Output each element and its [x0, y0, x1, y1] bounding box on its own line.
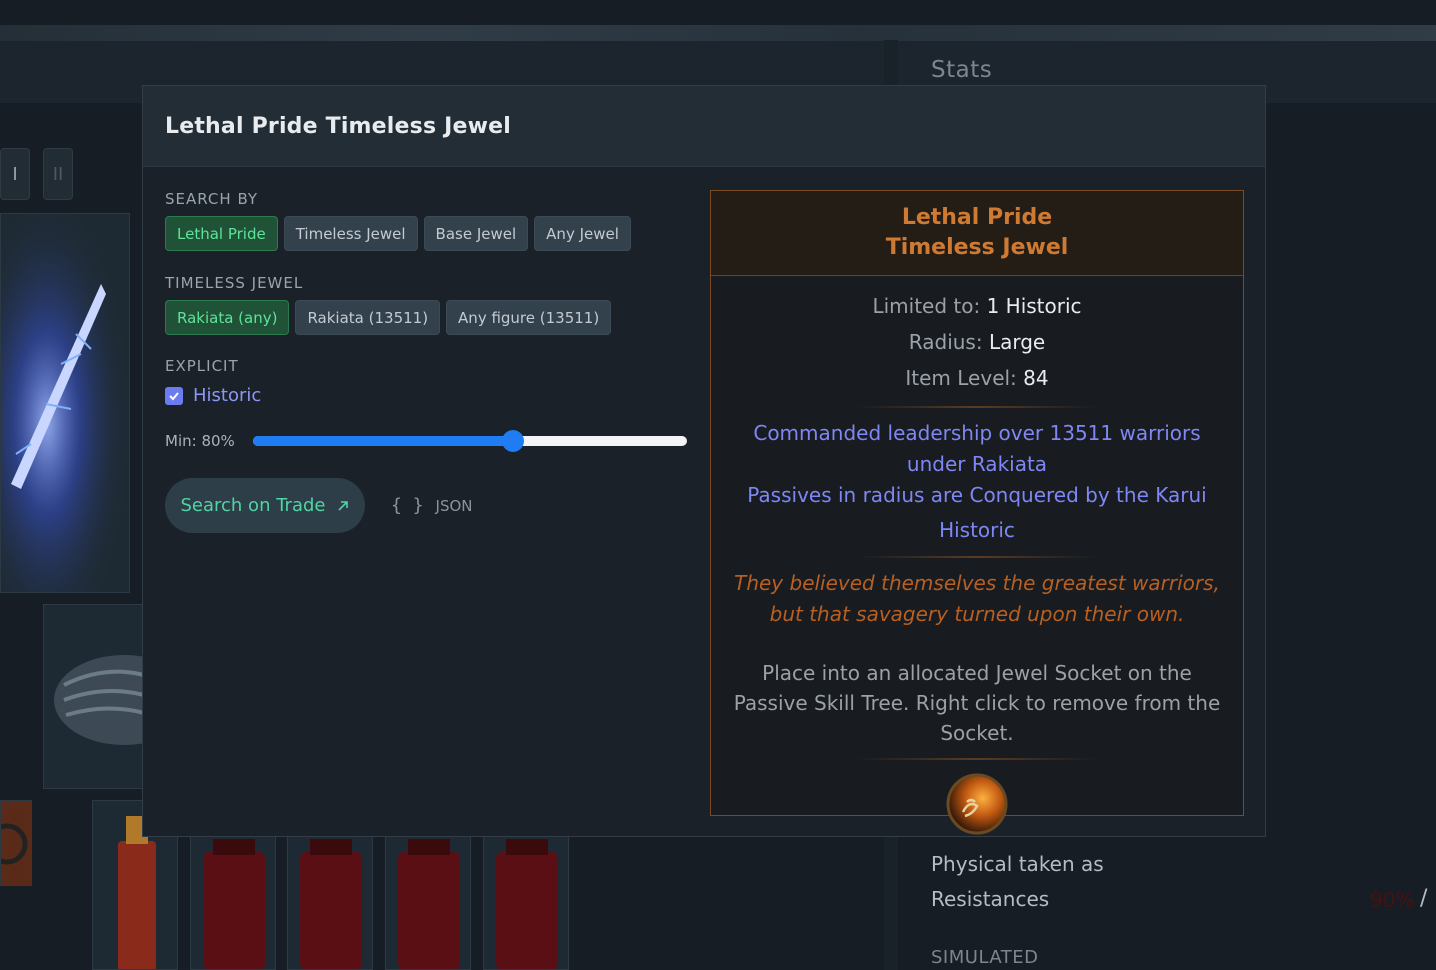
property-value: 84 — [1023, 366, 1049, 390]
separator — [857, 406, 1097, 408]
historic-filter[interactable]: Historic — [165, 385, 261, 406]
flavour-text: They believed themselves the greatest wa… — [734, 571, 1220, 626]
item-mod: Historic — [939, 518, 1015, 542]
weapon-slot[interactable] — [0, 213, 130, 593]
stats-title: Stats — [931, 57, 993, 83]
property-label: Radius: — [908, 330, 989, 354]
json-braces-icon: { } — [391, 495, 424, 516]
item-body: Limited to: 1 Historic Radius: Large Ite… — [711, 276, 1243, 836]
item-mods: Commanded leadership over 13511 warriors… — [711, 418, 1243, 546]
dialog-title: Lethal Pride Timeless Jewel — [165, 113, 512, 139]
option-base-jewel[interactable]: Base Jewel — [423, 216, 529, 251]
explicit-section: EXPLICIT Historic — [165, 357, 261, 406]
min-roll-label: Min: 80% — [165, 432, 235, 450]
ring-slot[interactable] — [0, 800, 32, 886]
search-by-options: Lethal Pride Timeless Jewel Base Jewel A… — [165, 216, 631, 251]
timeless-jewel-label: TIMELESS JEWEL — [165, 274, 304, 292]
stat-line: Physical taken as — [931, 852, 1104, 876]
property-value: Large — [988, 330, 1046, 354]
item-name: Lethal Pride — [901, 205, 1053, 230]
item-property: Radius: Large — [711, 324, 1243, 360]
option-any-figure[interactable]: Any figure (13511) — [446, 300, 612, 335]
gloves-icon — [54, 655, 142, 745]
item-tooltip-card: Lethal Pride Timeless Jewel Limited to: … — [710, 190, 1244, 835]
background-top-strip — [0, 25, 1436, 41]
dialog-actions: Search on Trade { } JSON — [165, 478, 473, 533]
tab-button-2[interactable]: II — [43, 148, 73, 200]
ring-icon — [1, 823, 28, 865]
stat-value: 90% — [1370, 888, 1415, 912]
stat-separator: / — [1420, 886, 1428, 911]
item-search-dialog: Lethal Pride Timeless Jewel SEARCH BY Le… — [142, 85, 1266, 837]
sword-icon — [1, 214, 129, 592]
tab-button-1[interactable]: I — [0, 148, 30, 200]
search-on-trade-button[interactable]: Search on Trade — [165, 478, 365, 533]
json-label: JSON — [435, 496, 473, 515]
item-property: Limited to: 1 Historic — [711, 288, 1243, 324]
item-name-header: Lethal Pride Timeless Jewel — [711, 191, 1243, 276]
dialog-header: Lethal Pride Timeless Jewel — [143, 86, 1265, 167]
min-roll-slider[interactable] — [253, 430, 687, 452]
option-lethal-pride[interactable]: Lethal Pride — [165, 216, 278, 251]
separator — [857, 556, 1097, 558]
search-on-trade-label: Search on Trade — [180, 495, 326, 516]
slider-fill — [253, 436, 514, 446]
separator — [857, 640, 1097, 648]
item-properties: Limited to: 1 Historic Radius: Large Ite… — [711, 276, 1243, 396]
property-label: Item Level: — [905, 366, 1024, 390]
option-timeless-jewel[interactable]: Timeless Jewel — [283, 216, 418, 251]
option-any-jewel[interactable]: Any Jewel — [534, 216, 631, 251]
item-description: Place into an allocated Jewel Socket on … — [733, 661, 1221, 745]
explicit-label: EXPLICIT — [165, 357, 239, 375]
historic-checkbox[interactable] — [165, 386, 183, 405]
simulated-label: SIMULATED — [931, 947, 1039, 968]
item-mod: Commanded leadership over 13511 warriors… — [753, 421, 1201, 476]
timeless-jewel-section: TIMELESS JEWEL Rakiata (any) Rakiata (13… — [165, 274, 612, 335]
item-mod: Passives in radius are Conquered by the … — [747, 483, 1207, 507]
min-roll-row: Min: 80% — [165, 430, 695, 452]
timeless-jewel-options: Rakiata (any) Rakiata (13511) Any figure… — [165, 300, 612, 335]
gloves-slot[interactable] — [43, 604, 143, 789]
slider-thumb[interactable] — [502, 430, 525, 452]
option-rakiata-any[interactable]: Rakiata (any) — [165, 300, 290, 335]
historic-checkbox-label: Historic — [193, 385, 262, 406]
option-rakiata-seed[interactable]: Rakiata (13511) — [295, 300, 441, 335]
stat-line: Resistances — [931, 887, 1050, 911]
search-by-label: SEARCH BY — [165, 190, 259, 208]
item-property: Item Level: 84 — [711, 360, 1243, 396]
timeless-jewel-icon — [946, 773, 1008, 835]
separator — [857, 758, 1097, 760]
checkmark-icon — [169, 391, 179, 400]
json-button[interactable]: { } JSON — [391, 495, 473, 516]
search-by-section: SEARCH BY Lethal Pride Timeless Jewel Ba… — [165, 190, 631, 251]
property-label: Limited to: — [872, 294, 987, 318]
external-arrow-icon — [338, 500, 349, 511]
item-base-type: Timeless Jewel — [885, 235, 1069, 260]
property-value: 1 Historic — [986, 294, 1082, 318]
